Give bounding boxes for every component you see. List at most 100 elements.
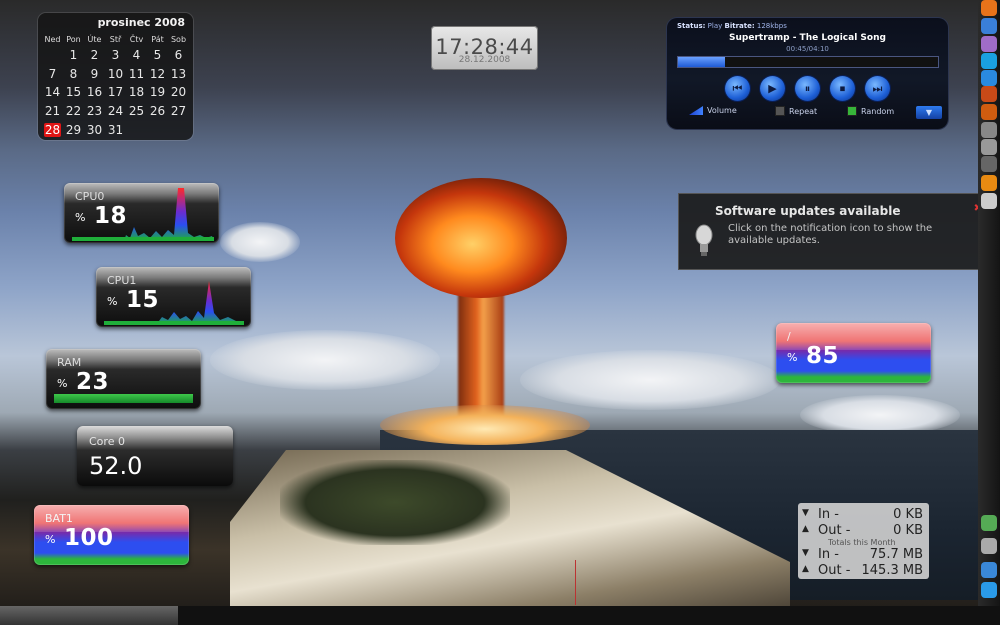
- mushroom-cloud-cap: [395, 178, 567, 298]
- calendar-day[interactable]: 3: [105, 46, 126, 65]
- core-temp-label: Core 0: [89, 435, 125, 448]
- calendar-weekday: Stř: [109, 34, 122, 44]
- net-in-value: 0 KB: [893, 507, 923, 522]
- battery-icon[interactable]: [981, 538, 997, 554]
- calendar-day[interactable]: 16: [84, 83, 105, 102]
- pidgin-icon[interactable]: [981, 36, 997, 52]
- root-disk-label: /: [787, 330, 791, 343]
- stop-icon: ⏹: [839, 81, 846, 95]
- player-status-value: Play: [707, 22, 723, 30]
- globe-icon[interactable]: [981, 70, 997, 86]
- net-in-row: ▼ In - 0 KB: [802, 507, 925, 522]
- calendar-day[interactable]: 20: [168, 83, 189, 102]
- calendar-day[interactable]: 26: [147, 102, 168, 121]
- calendar-day[interactable]: 23: [84, 102, 105, 121]
- arrow-up-icon: ▲: [802, 564, 809, 574]
- player-status-line: Status: Play Bitrate: 128kbps: [677, 22, 787, 30]
- calendar-weekday-row: Ned Pon Úte Stř Čtv Pát Sob: [42, 32, 189, 46]
- calendar-week-row: 21 22 23 24 25 26 27: [42, 102, 189, 121]
- lightbulb-icon: [695, 224, 713, 256]
- network-icon[interactable]: [981, 156, 997, 172]
- calendar-day[interactable]: 30: [84, 120, 105, 139]
- wallpaper-cloud: [210, 330, 440, 390]
- network-widget: ▼ In - 0 KB ▲ Out - 0 KB Totals this Mon…: [798, 503, 929, 579]
- cube-icon[interactable]: [981, 18, 997, 34]
- net-total-out-label: Out -: [818, 563, 851, 578]
- play-button[interactable]: ▶: [760, 76, 785, 101]
- calendar-day[interactable]: 27: [168, 102, 189, 121]
- previous-button[interactable]: ⏮: [725, 76, 750, 101]
- next-button[interactable]: ⏭: [865, 76, 890, 101]
- display-icon[interactable]: [981, 122, 997, 138]
- calendar-day[interactable]: 14: [42, 83, 63, 102]
- update-notification[interactable]: Software updates available Click on the …: [678, 193, 992, 270]
- calendar-day[interactable]: 2: [84, 46, 105, 65]
- calendar-day[interactable]: 17: [105, 83, 126, 102]
- calendar-day[interactable]: 8: [63, 65, 84, 84]
- net-out-row: ▲ Out - 0 KB: [802, 523, 925, 538]
- firefox-icon[interactable]: [981, 0, 997, 16]
- monitor-icon[interactable]: [981, 139, 997, 155]
- terminal-icon[interactable]: [981, 193, 997, 209]
- random-toggle[interactable]: Random: [847, 106, 894, 116]
- calendar-day[interactable]: 7: [42, 65, 63, 84]
- calendar-day[interactable]: 25: [126, 102, 147, 121]
- notification-title: Software updates available: [715, 204, 901, 218]
- calendar-day[interactable]: 6: [168, 46, 189, 65]
- calendar-day[interactable]: 22: [63, 102, 84, 121]
- calendar-day[interactable]: 12: [147, 65, 168, 84]
- volume-label: Volume: [707, 106, 737, 115]
- calendar-day[interactable]: 15: [63, 83, 84, 102]
- calendar-weekday: Pát: [151, 34, 164, 44]
- calendar-day[interactable]: 13: [168, 65, 189, 84]
- random-checkbox[interactable]: [847, 106, 857, 116]
- battery-value: 100: [64, 525, 114, 551]
- clock-widget: 17:28:44 28.12.2008: [431, 26, 538, 70]
- calendar-day[interactable]: 4: [126, 46, 147, 65]
- calendar-day[interactable]: 29: [63, 120, 84, 139]
- user-icon[interactable]: [981, 562, 997, 578]
- wallpaper-island: [280, 460, 510, 545]
- wallpaper-cloud: [800, 395, 960, 435]
- volume-control[interactable]: Volume: [689, 106, 737, 115]
- repeat-checkbox[interactable]: [775, 106, 785, 116]
- stop-button[interactable]: ⏹: [830, 76, 855, 101]
- star-icon[interactable]: [981, 175, 997, 191]
- calendar-day[interactable]: 9: [84, 65, 105, 84]
- calendar-day[interactable]: 5: [147, 46, 168, 65]
- repeat-toggle[interactable]: Repeat: [775, 106, 817, 116]
- pause-button[interactable]: ⏸: [795, 76, 820, 101]
- player-progress-bar[interactable]: [677, 56, 939, 68]
- calendar-day[interactable]: 19: [147, 83, 168, 102]
- battery-percent-sign: %: [45, 533, 56, 546]
- player-bitrate-value: 128kbps: [756, 22, 787, 30]
- calendar-day[interactable]: 21: [42, 102, 63, 121]
- next-icon: ⏭: [872, 81, 883, 95]
- player-status-label: Status:: [677, 22, 706, 30]
- calendar-day[interactable]: 18: [126, 83, 147, 102]
- calendar-day[interactable]: 24: [105, 102, 126, 121]
- player-song-title: Supertramp - The Logical Song: [729, 33, 886, 43]
- calendar-day[interactable]: 28: [42, 120, 63, 139]
- calendar-day[interactable]: 10: [105, 65, 126, 84]
- root-disk-percent-sign: %: [787, 351, 798, 364]
- root-disk-value: 85: [806, 343, 840, 369]
- speaker-icon[interactable]: [981, 515, 997, 531]
- calendar-day[interactable]: 11: [126, 65, 147, 84]
- download-icon[interactable]: [981, 582, 997, 598]
- skype-icon[interactable]: [981, 53, 997, 69]
- calendar-day[interactable]: 1: [63, 46, 84, 65]
- calendar-day: [147, 120, 168, 139]
- calendar-day: [126, 120, 147, 139]
- arrow-up-icon: ▲: [802, 524, 809, 534]
- calendar-week-row: 14 15 16 17 18 19 20: [42, 83, 189, 102]
- player-menu-button[interactable]: ▼: [916, 106, 942, 119]
- paw-icon[interactable]: [981, 86, 997, 102]
- taskbar-segment[interactable]: [0, 606, 178, 625]
- firefox-small-icon[interactable]: [981, 104, 997, 120]
- core-temp-meter: Core 0 52.0: [77, 426, 233, 486]
- media-player-widget: Status: Play Bitrate: 128kbps Supertramp…: [667, 18, 948, 129]
- net-total-in-row: ▼ In - 75.7 MB: [802, 547, 925, 562]
- calendar-day[interactable]: 31: [105, 120, 126, 139]
- calendar-days: 1 2 3 4 5 6 7 8 9 10 11 12 13 14 15 16 17 18 19 20 21 22 23 24 2…: [42, 46, 189, 139]
